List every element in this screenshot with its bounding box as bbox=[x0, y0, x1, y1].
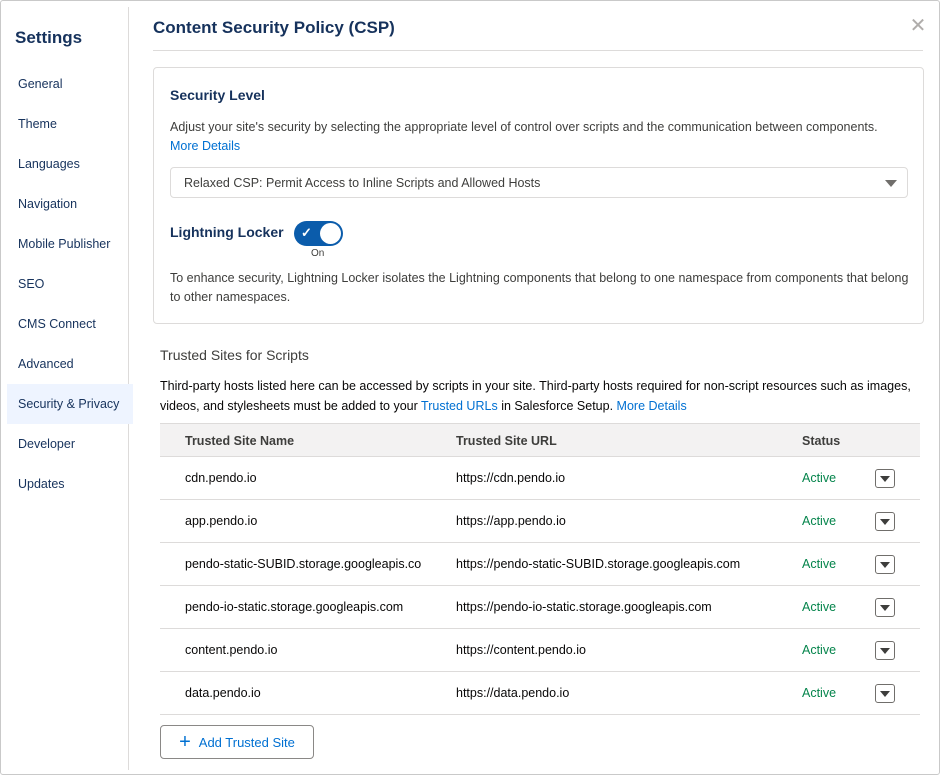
plus-icon: + bbox=[179, 731, 191, 753]
sidebar-item-advanced[interactable]: Advanced bbox=[7, 344, 133, 384]
table-row: app.pendo.io https://app.pendo.io Active bbox=[160, 500, 920, 543]
table-row: cdn.pendo.io https://cdn.pendo.io Active bbox=[160, 457, 920, 500]
status-badge: Active bbox=[802, 514, 837, 528]
chevron-down-icon bbox=[880, 519, 890, 525]
sidebar-item-label: Theme bbox=[18, 117, 57, 131]
site-name: pendo-io-static.storage.googleapis.com bbox=[185, 600, 404, 614]
site-name: data.pendo.io bbox=[185, 686, 261, 700]
site-url: https://cdn.pendo.io bbox=[456, 471, 566, 485]
more-details-link[interactable]: More Details bbox=[617, 399, 687, 413]
sidebar-item-security-privacy[interactable]: Security & Privacy bbox=[7, 384, 133, 424]
row-actions-button[interactable] bbox=[875, 555, 895, 574]
status-badge: Active bbox=[802, 557, 837, 571]
site-name: pendo-static-SUBID.storage.googleapis.co bbox=[185, 557, 422, 571]
trusted-sites-heading: Trusted Sites for Scripts bbox=[160, 347, 309, 363]
sidebar-item-label: General bbox=[18, 77, 63, 91]
security-level-description: Adjust your site's security by selecting… bbox=[170, 118, 900, 156]
security-level-select[interactable]: Relaxed CSP: Permit Access to Inline Scr… bbox=[170, 167, 908, 198]
lightning-locker-label: Lightning Locker bbox=[170, 224, 284, 240]
site-name: app.pendo.io bbox=[185, 514, 258, 528]
row-actions-button[interactable] bbox=[875, 469, 895, 488]
sidebar-item-label: Languages bbox=[18, 157, 80, 171]
table-row: data.pendo.io https://data.pendo.io Acti… bbox=[160, 672, 920, 715]
table-row: pendo-io-static.storage.googleapis.com h… bbox=[160, 586, 920, 629]
check-icon: ✓ bbox=[301, 225, 312, 240]
sidebar-item-label: Mobile Publisher bbox=[18, 237, 111, 251]
row-actions-button[interactable] bbox=[875, 684, 895, 703]
sidebar-item-languages[interactable]: Languages bbox=[7, 144, 133, 184]
chevron-down-icon bbox=[880, 691, 890, 697]
sidebar-item-label: SEO bbox=[18, 277, 45, 291]
trusted-sites-description: Third-party hosts listed here can be acc… bbox=[160, 376, 920, 416]
trusted-sites-table: Trusted Site Name Trusted Site URL Statu… bbox=[160, 423, 920, 715]
sidebar-item-navigation[interactable]: Navigation bbox=[7, 184, 133, 224]
sidebar-item-label: Security & Privacy bbox=[18, 397, 120, 411]
status-badge: Active bbox=[802, 643, 837, 657]
table-header: Trusted Site Name Trusted Site URL Statu… bbox=[160, 423, 920, 457]
trusted-urls-link[interactable]: Trusted URLs bbox=[421, 399, 498, 413]
column-header-status: Status bbox=[802, 433, 841, 448]
page-title: Content Security Policy (CSP) bbox=[153, 18, 395, 37]
sidebar-item-general[interactable]: General bbox=[7, 64, 133, 104]
site-name: content.pendo.io bbox=[185, 643, 278, 657]
site-url: https://content.pendo.io bbox=[456, 643, 586, 657]
add-trusted-site-label: Add Trusted Site bbox=[198, 734, 295, 750]
sidebar-item-label: Navigation bbox=[18, 197, 78, 211]
row-actions-button[interactable] bbox=[875, 512, 895, 531]
sidebar-item-cms-connect[interactable]: CMS Connect bbox=[7, 304, 133, 344]
site-url: https://app.pendo.io bbox=[456, 514, 566, 528]
sidebar-item-label: Updates bbox=[18, 477, 65, 491]
site-url: https://pendo-static-SUBID.storage.googl… bbox=[456, 557, 741, 571]
table-row: content.pendo.io https://content.pendo.i… bbox=[160, 629, 920, 672]
sidebar-item-seo[interactable]: SEO bbox=[7, 264, 133, 304]
security-level-card: Security Level Adjust your site's securi… bbox=[153, 67, 924, 324]
header-divider bbox=[153, 50, 923, 51]
more-details-link[interactable]: More Details bbox=[170, 139, 240, 153]
lightning-locker-toggle[interactable]: ✓ bbox=[294, 221, 343, 246]
security-level-select-value: Relaxed CSP: Permit Access to Inline Scr… bbox=[184, 175, 541, 190]
sidebar-item-label: CMS Connect bbox=[18, 317, 96, 331]
site-name: cdn.pendo.io bbox=[185, 471, 257, 485]
settings-window: Settings General Theme Languages Navigat… bbox=[0, 0, 940, 775]
site-url: https://data.pendo.io bbox=[456, 686, 570, 700]
table-row: pendo-static-SUBID.storage.googleapis.co… bbox=[160, 543, 920, 586]
toggle-state-label: On bbox=[311, 248, 325, 259]
sidebar-title: Settings bbox=[15, 28, 83, 47]
sidebar-item-theme[interactable]: Theme bbox=[7, 104, 133, 144]
chevron-down-icon bbox=[885, 180, 897, 187]
security-level-heading: Security Level bbox=[170, 87, 265, 103]
column-header-url: Trusted Site URL bbox=[456, 433, 557, 448]
settings-sidebar: Settings General Theme Languages Navigat… bbox=[7, 7, 133, 770]
sidebar-item-mobile-publisher[interactable]: Mobile Publisher bbox=[7, 224, 133, 264]
sidebar-item-label: Advanced bbox=[18, 357, 74, 371]
chevron-down-icon bbox=[880, 476, 890, 482]
sidebar-item-developer[interactable]: Developer bbox=[7, 424, 133, 464]
row-actions-button[interactable] bbox=[875, 598, 895, 617]
site-url: https://pendo-io-static.storage.googleap… bbox=[456, 600, 712, 614]
add-trusted-site-button[interactable]: + Add Trusted Site bbox=[160, 725, 314, 759]
chevron-down-icon bbox=[880, 648, 890, 654]
chevron-down-icon bbox=[880, 562, 890, 568]
status-badge: Active bbox=[802, 600, 837, 614]
security-level-description-text: Adjust your site's security by selecting… bbox=[170, 120, 878, 134]
close-icon[interactable]: ✕ bbox=[907, 15, 929, 37]
column-header-name: Trusted Site Name bbox=[185, 433, 295, 448]
toggle-knob bbox=[320, 223, 341, 244]
status-badge: Active bbox=[802, 471, 837, 485]
sidebar-item-label: Developer bbox=[18, 437, 75, 451]
chevron-down-icon bbox=[880, 605, 890, 611]
sidebar-item-updates[interactable]: Updates bbox=[7, 464, 133, 504]
status-badge: Active bbox=[802, 686, 837, 700]
trusted-sites-description-text: in Salesforce Setup. bbox=[501, 399, 614, 413]
lightning-locker-description: To enhance security, Lightning Locker is… bbox=[170, 271, 909, 304]
row-actions-button[interactable] bbox=[875, 641, 895, 660]
